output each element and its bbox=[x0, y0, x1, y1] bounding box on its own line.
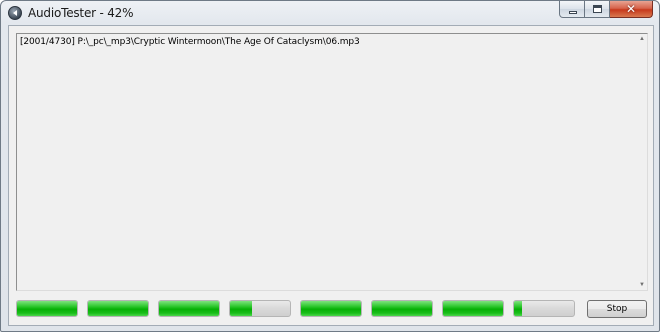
caption-buttons: ✕ bbox=[559, 1, 653, 18]
close-button[interactable]: ✕ bbox=[610, 1, 653, 18]
progress-bar-3 bbox=[158, 300, 220, 317]
progress-bar-4 bbox=[229, 300, 291, 317]
close-icon: ✕ bbox=[625, 2, 637, 16]
minimize-icon bbox=[569, 11, 577, 14]
progress-bar-2 bbox=[87, 300, 149, 317]
progress-bar-fill bbox=[301, 301, 361, 316]
maximize-icon bbox=[593, 5, 602, 13]
progress-bar-7 bbox=[442, 300, 504, 317]
scroll-up-arrow-icon[interactable]: ▲ bbox=[638, 35, 646, 43]
stop-button[interactable]: Stop bbox=[587, 300, 647, 318]
speaker-icon[interactable] bbox=[8, 6, 22, 20]
progress-bar-6 bbox=[371, 300, 433, 317]
progress-bar-1 bbox=[16, 300, 78, 317]
app-window: AudioTester - 42% ✕ [2001/4730] P:\_pc\_… bbox=[0, 0, 660, 332]
progress-bar-fill bbox=[159, 301, 219, 316]
progress-bar-fill bbox=[372, 301, 432, 316]
scroll-down-arrow-icon[interactable]: ▼ bbox=[638, 281, 646, 289]
log-listbox[interactable]: [2001/4730] P:\_pc\_mp3\Cryptic Wintermo… bbox=[16, 33, 648, 291]
progress-bar-fill bbox=[443, 301, 503, 316]
progress-bar-fill bbox=[230, 301, 253, 316]
log-line[interactable]: [2001/4730] P:\_pc\_mp3\Cryptic Wintermo… bbox=[20, 37, 360, 47]
client-area: [2001/4730] P:\_pc\_mp3\Cryptic Wintermo… bbox=[8, 25, 654, 326]
progress-bar-fill bbox=[17, 301, 77, 316]
window-title: AudioTester - 42% bbox=[28, 6, 134, 20]
title-bar[interactable]: AudioTester - 42% ✕ bbox=[1, 1, 659, 25]
minimize-button[interactable] bbox=[559, 1, 585, 18]
maximize-button[interactable] bbox=[585, 1, 610, 18]
progress-bar-8 bbox=[513, 300, 575, 317]
progress-bar-fill bbox=[514, 301, 522, 316]
progress-bar-fill bbox=[88, 301, 148, 316]
progress-bar-5 bbox=[300, 300, 362, 317]
vertical-scrollbar[interactable]: ▲ ▼ bbox=[637, 34, 647, 290]
